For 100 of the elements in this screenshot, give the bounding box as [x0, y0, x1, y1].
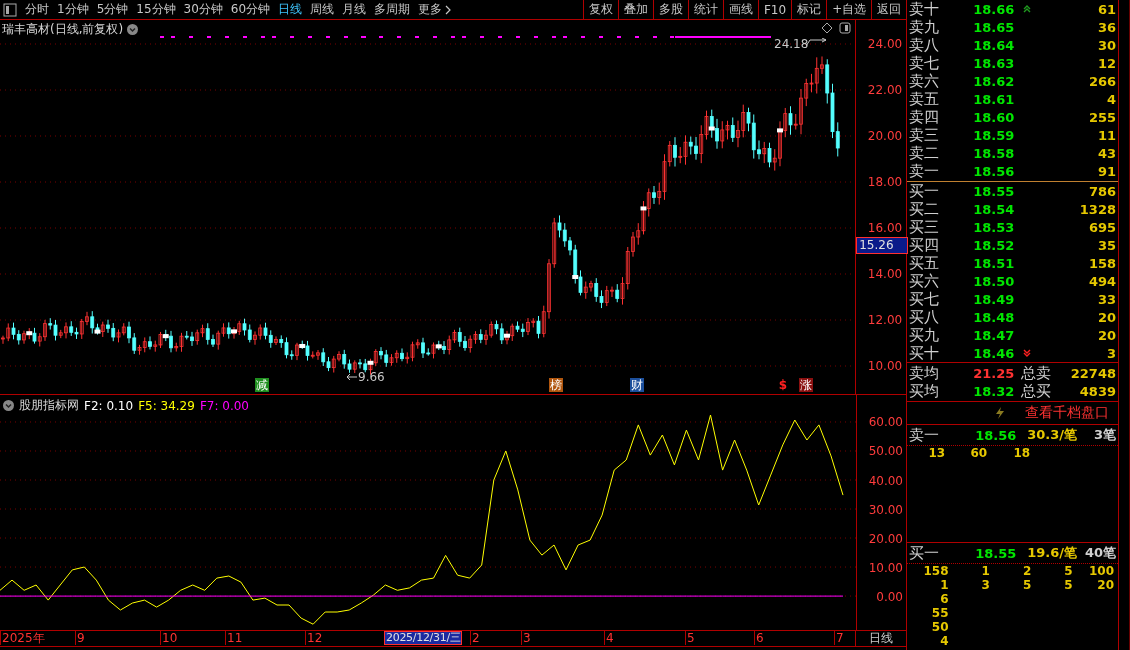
date-label: 6 — [754, 631, 764, 645]
axis-label: 16.00 — [867, 221, 903, 235]
order-price: 18.51 — [973, 255, 1016, 271]
axis-label: 10.00 — [868, 560, 903, 575]
order-level-label: 卖三 — [909, 125, 941, 145]
queue-count: 3笔 — [1093, 426, 1116, 444]
summary-label: 总买 — [1021, 381, 1053, 401]
queue-count: 40笔 — [1084, 544, 1116, 562]
order-price: 18.63 — [973, 55, 1016, 71]
period-tab[interactable]: 分时 — [21, 1, 53, 18]
queue-volume: 6 — [939, 592, 949, 606]
event-marker: 涨 — [799, 378, 813, 392]
order-level-label: 卖八 — [909, 35, 941, 55]
more-menu[interactable]: 更多 — [414, 1, 456, 18]
order-price: 18.58 — [973, 145, 1016, 161]
period-tab[interactable]: 30分钟 — [179, 1, 227, 18]
order-price: 18.53 — [973, 219, 1016, 235]
queue-price: 18.56 — [975, 427, 1018, 443]
toolbar-button[interactable]: +自选 — [826, 0, 872, 19]
order-level-label: 卖五 — [909, 89, 941, 109]
date-label: 4 — [604, 631, 614, 645]
period-tab[interactable]: 日线 — [274, 1, 307, 18]
axis-label: 18.00 — [867, 175, 903, 189]
order-level-label: 买八 — [909, 307, 941, 327]
date-label: 12 — [305, 631, 323, 645]
order-volume: 36 — [1097, 19, 1116, 35]
low-price-label: 9.66 — [358, 370, 385, 384]
axis-label: 24.00 — [867, 37, 903, 51]
order-volume: 20 — [1097, 309, 1116, 325]
toolbar-button[interactable]: 标记 — [791, 0, 827, 19]
order-level-label: 买三 — [909, 217, 941, 237]
order-volume: 3 — [1106, 345, 1116, 361]
date-label: 3 — [521, 631, 531, 645]
order-price: 18.55 — [973, 183, 1016, 199]
period-tab[interactable]: 月线 — [338, 1, 371, 18]
toolbar-button[interactable]: 返回 — [871, 0, 907, 19]
order-volume: 30 — [1097, 37, 1116, 53]
queue-volume: 1 — [939, 578, 949, 592]
order-volume: 33 — [1097, 291, 1116, 307]
event-marker: 榜 — [549, 378, 563, 392]
toolbar-button[interactable]: 统计 — [687, 0, 723, 19]
indicator-name: 股朋指标网 — [19, 397, 79, 414]
order-volume: 266 — [1088, 73, 1116, 89]
chart-title: 瑞丰高材(日线,前复权) — [2, 21, 124, 38]
order-price: 18.62 — [973, 73, 1016, 89]
queue-volume: 18 — [1012, 446, 1031, 460]
date-label: 10 — [160, 631, 178, 645]
order-volume: 43 — [1097, 145, 1116, 161]
toolbar-button[interactable]: F10 — [757, 0, 792, 19]
order-price: 18.64 — [973, 37, 1016, 53]
date-label: 7 — [834, 631, 844, 645]
order-queue-link[interactable]: 查看千档盘口 — [1025, 404, 1110, 422]
queue-volume: 100 — [1087, 564, 1114, 578]
queue-average: 30.3/笔 — [1027, 426, 1078, 444]
queue-volume: 13 — [927, 446, 946, 460]
order-level-label: 买十 — [909, 343, 941, 363]
period-tab[interactable]: 60分钟 — [226, 1, 275, 18]
order-level-label: 卖十 — [909, 0, 941, 19]
order-volume: 61 — [1097, 1, 1116, 17]
date-label: 2 — [470, 631, 480, 645]
order-volume: 20 — [1097, 327, 1116, 343]
order-level-label: 卖七 — [909, 53, 941, 73]
axis-label: 10.00 — [867, 359, 903, 373]
date-label: 2025年 — [0, 631, 45, 645]
queue-volume: 20 — [1096, 578, 1114, 592]
order-volume: 695 — [1088, 219, 1116, 235]
queue-volume: 5 — [1021, 578, 1032, 592]
summary-price: 21.25 — [973, 365, 1016, 381]
summary-label: 卖均 — [909, 363, 941, 383]
event-marker: $ — [777, 378, 789, 392]
queue-volume: 3 — [980, 578, 990, 592]
order-price: 18.65 — [973, 19, 1016, 35]
order-price: 18.56 — [973, 163, 1016, 179]
order-volume: 494 — [1088, 273, 1116, 289]
order-level-label: 卖四 — [909, 107, 941, 127]
axis-label: 20.00 — [868, 531, 903, 546]
queue-volume: 5 — [1063, 564, 1073, 578]
toolbar-button[interactable]: 画线 — [722, 0, 758, 19]
period-tab[interactable]: 1分钟 — [53, 1, 93, 18]
period-tab[interactable]: 多周期 — [370, 1, 415, 18]
toolbar-button[interactable]: 多股 — [652, 0, 688, 19]
order-volume: 786 — [1088, 183, 1116, 199]
order-level-label: 卖六 — [909, 71, 941, 91]
summary-total: 4839 — [1079, 383, 1116, 399]
toolbar-button[interactable]: 叠加 — [617, 0, 653, 19]
legend-value: F7: 0.00 — [199, 398, 249, 413]
order-level-label: 卖九 — [909, 17, 941, 37]
order-price: 18.50 — [973, 273, 1016, 289]
period-tab[interactable]: 周线 — [306, 1, 339, 18]
axis-label: 30.00 — [868, 502, 903, 517]
legend-value: F5: 34.29 — [138, 398, 195, 413]
period-tab[interactable]: 15分钟 — [132, 1, 180, 18]
period-tab[interactable]: 5分钟 — [92, 1, 133, 18]
axis-label: 12.00 — [867, 313, 903, 327]
order-price: 18.60 — [973, 109, 1016, 125]
date-label: 5 — [685, 631, 695, 645]
event-marker: 减 — [255, 378, 269, 392]
order-price: 18.66 — [973, 1, 1016, 17]
axis-label: 0.00 — [876, 589, 903, 604]
toolbar-button[interactable]: 复权 — [582, 0, 618, 19]
